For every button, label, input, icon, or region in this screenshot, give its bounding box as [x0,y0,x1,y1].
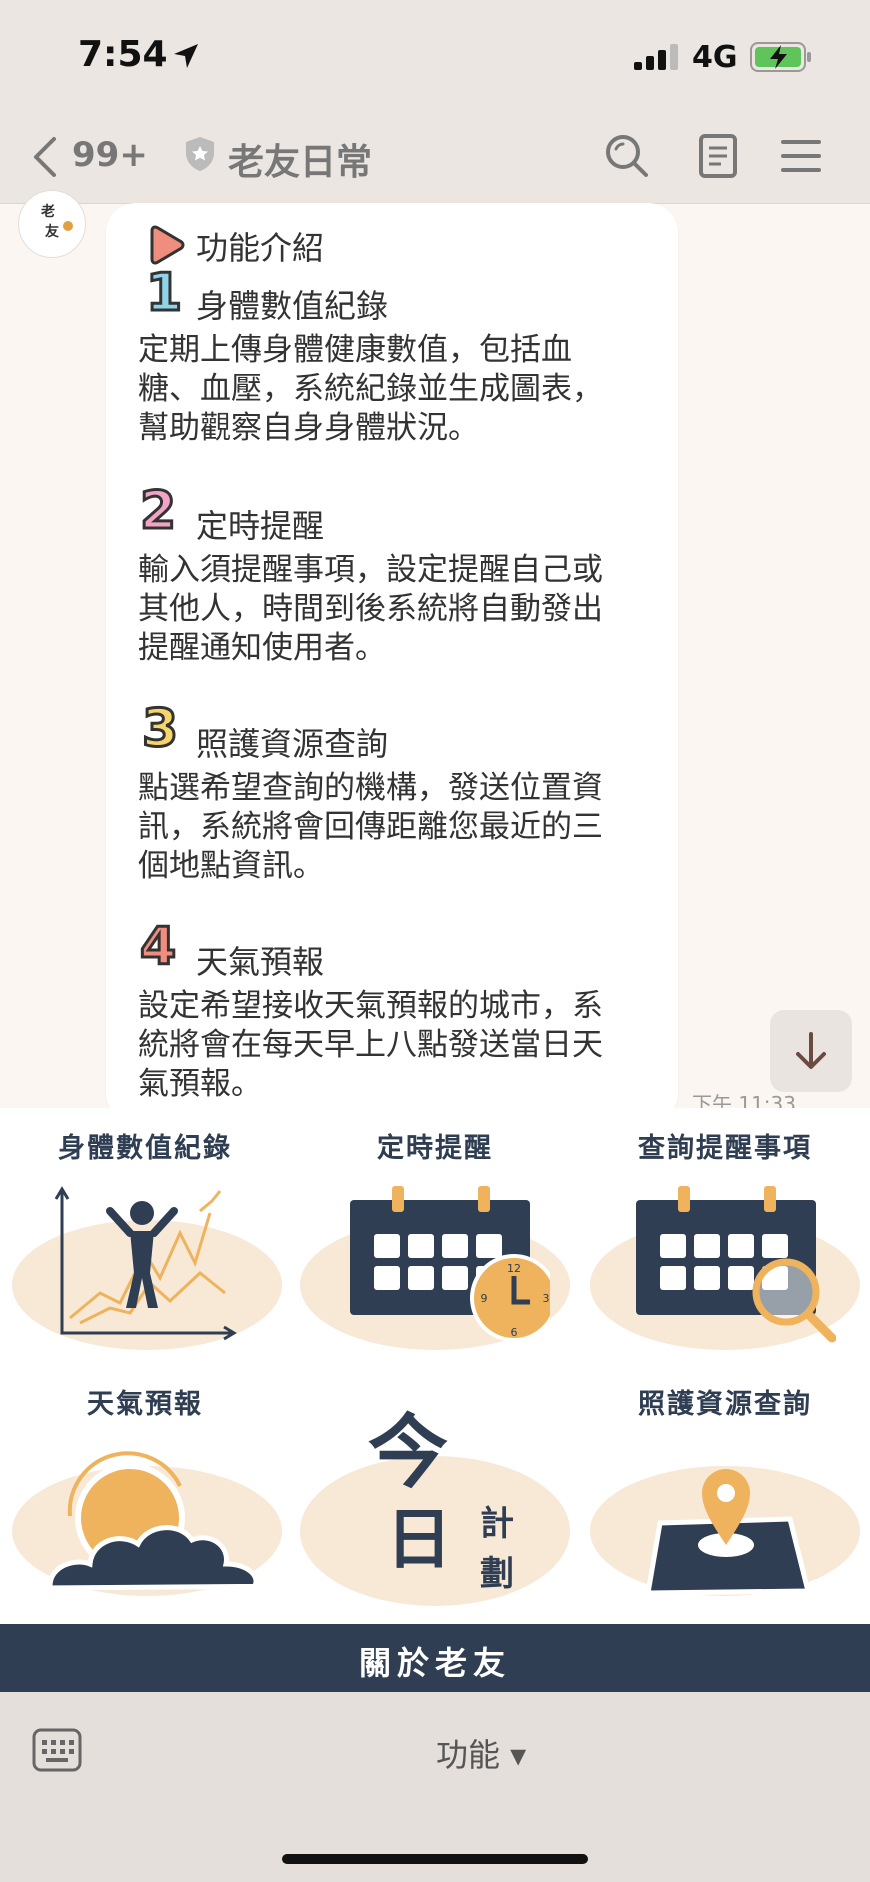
number-2-badge: 2 [138,480,177,543]
map-pin-icon [645,1469,812,1596]
avatar-char-a: 老 [41,204,55,220]
section-body: 輸入須提醒事項，設定提醒自己或 其他人，時間到後系統將自動發出 提醒通知使用者。 [138,551,668,668]
avatar-char-b: 友 [45,224,59,240]
avatar[interactable]: 老 友 [18,190,86,258]
section-title: 天氣預報 [196,943,325,981]
clock-num: 3 [543,1292,550,1305]
search-icon[interactable] [604,133,650,179]
section-body: 點選希望查詢的機構，發送位置資 訊，系統將會回傳距離您最近的三 個地點資訊。 [138,769,668,886]
body-line: 提醒通知使用者。 [138,630,386,666]
notes-icon[interactable] [698,133,738,179]
number-3-badge: 3 [140,698,179,761]
section-title: 定時提醒 [196,507,325,545]
home-indicator [282,1854,588,1864]
body-line: 設定希望接收天氣預報的城市，系 [138,988,603,1024]
menu-tile-body-records[interactable]: 身體數值紀錄 [0,1108,290,1366]
calendar-clock-icon: 12 3 6 9 [350,1186,550,1342]
clock-num: 9 [481,1292,488,1305]
number-1-badge: 1 [144,262,183,325]
arrow-down-icon [796,1032,826,1069]
section-body: 定期上傳身體健康數值，包括血 糖、血壓，系統紀錄並生成圖表， 幫助觀察自身身體狀… [138,331,668,448]
menu-tile-care-resources[interactable]: 照護資源查詢 [580,1366,870,1624]
tile-label: 照護資源查詢 [638,1389,812,1420]
body-line: 點選希望查詢的機構，發送位置資 [138,770,603,806]
body-line: 氣預報。 [138,1066,262,1102]
calendar-search-icon [636,1186,836,1343]
clock-num: 6 [511,1326,518,1339]
tile-label: 身體數值紀錄 [58,1133,232,1164]
network-type: 4G [692,40,738,75]
sun-cloud-icon [39,1451,300,1591]
tile-label: 查詢提醒事項 [638,1133,812,1164]
keyboard-icon[interactable] [32,1728,82,1772]
chat-title: 老友日常 [228,142,373,183]
battery-charging-icon [750,42,811,72]
clock-num: 12 [507,1262,521,1275]
unread-count[interactable]: 99+ [72,135,148,175]
play-triangle-icon [150,225,185,265]
menu-tile-weather[interactable]: 天氣預報 [0,1366,300,1624]
signal-icon [634,44,678,70]
menu-icon[interactable] [780,133,822,179]
tile-label: 定時提醒 [377,1133,493,1164]
body-line: 定期上傳身體健康數值，包括血 [138,332,572,368]
body-line: 統將會在每天早上八點發送當日天 [138,1027,603,1063]
about-label: 關於老友 [358,1644,511,1682]
avatar-dot [63,221,73,231]
message-heading: 功能介紹 [196,229,325,267]
body-line: 糖、血壓，系統紀錄並生成圖表， [138,371,603,407]
number-4-badge: 4 [138,916,177,979]
scroll-to-bottom-button[interactable] [770,1010,852,1092]
body-line: 輸入須提醒事項，設定提醒自己或 [138,552,603,588]
rich-menu: 身體數值紀錄 定時提醒 12 3 6 9 查詢提醒事項 天氣預報 今 日 計 劃… [0,1108,870,1624]
section-body: 設定希望接收天氣預報的城市，系 統將會在每天早上八點發送當日天 氣預報。 [138,987,668,1104]
body-line: 幫助觀察自身身體狀況。 [138,410,479,446]
location-arrow-icon [174,44,198,68]
bottom-bar: 功能 ▾ [0,1692,870,1882]
today-char-2: 日 [386,1500,452,1578]
menu-toggle[interactable]: 功能 ▾ [436,1730,526,1776]
status-bar: 7:54 4G [0,0,870,115]
chat-header: 99+ 老友日常 [0,115,870,204]
tile-label: 天氣預報 [87,1389,203,1420]
back-chevron-icon[interactable] [30,133,60,181]
about-button[interactable]: 關於老友 [0,1624,870,1692]
menu-tile-reminders[interactable]: 定時提醒 12 3 6 9 [290,1108,580,1366]
section-title: 照護資源查詢 [196,725,389,763]
message-bubble: 功能介紹 1 身體數值紀錄 定期上傳身體健康數值，包括血 糖、血壓，系統紀錄並生… [106,203,678,1123]
body-line: 訊，系統將會回傳距離您最近的三 [138,809,603,845]
official-shield-icon [186,137,214,171]
body-line: 個地點資訊。 [138,848,324,884]
plan-char-2: 劃 [480,1554,514,1594]
menu-tile-query-reminders[interactable]: 查詢提醒事項 [580,1108,870,1366]
health-chart-icon [54,1186,237,1341]
section-title: 身體數值紀錄 [196,287,389,325]
status-time: 7:54 [78,34,168,75]
menu-tile-today-plan[interactable]: 今 日 計 劃 [290,1366,580,1624]
body-line: 其他人，時間到後系統將自動發出 [138,591,603,627]
plan-char-1: 計 [480,1504,514,1544]
